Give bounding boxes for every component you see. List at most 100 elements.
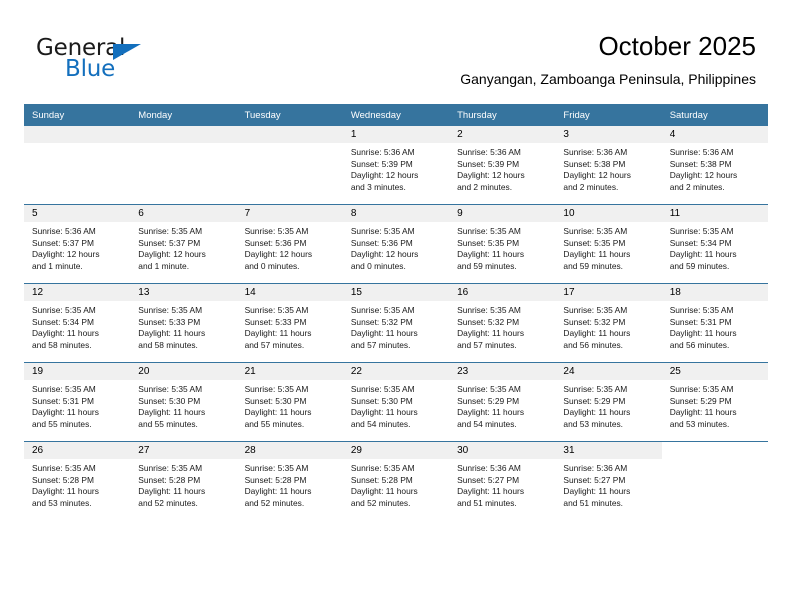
calendar-day-cell[interactable]: 16 Sunrise: 5:35 AM Sunset: 5:32 PM Dayligh… (449, 283, 556, 363)
sunset-text: Sunset: 5:37 PM (32, 237, 94, 248)
calendar-day-cell[interactable]: 18 Sunrise: 5:35 AM Sunset: 5:31 PM Dayligh… (661, 283, 768, 363)
day-details: Sunrise: 5:35 AM Sunset: 5:31 PM Daylight:… (662, 301, 768, 351)
daylight-text-line2: and 53 minutes. (563, 418, 624, 429)
calendar-day-cell[interactable]: 11 Sunrise: 5:35 AM Sunset: 5:34 PM Dayligh… (661, 204, 768, 284)
weekday-header-wednesday: Wednesday (342, 104, 450, 126)
day-number: 28 (236, 442, 343, 459)
sunset-text: Sunset: 5:30 PM (244, 395, 307, 406)
sunrise-text: Sunrise: 5:35 AM (32, 463, 96, 473)
day-details: Sunrise: 5:35 AM Sunset: 5:30 PM Daylight:… (130, 380, 236, 430)
daylight-text-line1: Daylight: 11 hours (563, 249, 631, 260)
calendar-day-cell[interactable]: 29 Sunrise: 5:35 AM Sunset: 5:28 PM Dayligh… (342, 441, 450, 520)
calendar-day-cell[interactable]: 30 Sunrise: 5:36 AM Sunset: 5:27 PM Dayligh… (449, 441, 556, 520)
calendar-day-cell[interactable]: 21 Sunrise: 5:35 AM Sunset: 5:30 PM Dayligh… (236, 362, 343, 442)
calendar-day-cell-empty (236, 126, 343, 205)
calendar-day-cell[interactable]: 25 Sunrise: 5:35 AM Sunset: 5:29 PM Dayligh… (661, 362, 768, 442)
calendar-week-row: 5 Sunrise: 5:36 AM Sunset: 5:37 PM Daylight… (24, 204, 768, 284)
daylight-text-line1: Daylight: 12 hours (669, 170, 738, 181)
daylight-text-line2: and 55 minutes. (32, 418, 92, 429)
day-details: Sunrise: 5:36 AM Sunset: 5:38 PM Daylight:… (662, 143, 768, 193)
sunrise-text: Sunrise: 5:35 AM (138, 384, 203, 394)
calendar-day-cell[interactable]: 3 Sunrise: 5:36 AM Sunset: 5:38 PM Daylight… (555, 126, 662, 205)
sunrise-text: Sunrise: 5:35 AM (669, 305, 734, 315)
daylight-text-line1: Daylight: 12 hours (563, 170, 631, 181)
calendar-day-cell[interactable]: 2 Sunrise: 5:36 AM Sunset: 5:39 PM Daylight… (449, 126, 556, 205)
sunrise-text: Sunrise: 5:35 AM (457, 384, 521, 394)
calendar-day-cell[interactable]: 15 Sunrise: 5:35 AM Sunset: 5:32 PM Dayligh… (342, 283, 450, 363)
calendar-header-row: Sunday Monday Tuesday Wednesday Thursday Frid… (24, 104, 768, 126)
sunset-text: Sunset: 5:39 PM (457, 158, 520, 169)
calendar-day-cell[interactable]: 20 Sunrise: 5:35 AM Sunset: 5:30 PM Dayligh… (130, 362, 237, 442)
calendar-day-cell[interactable]: 19 Sunrise: 5:35 AM Sunset: 5:31 PM Dayligh… (24, 362, 131, 442)
day-number: 31 (555, 442, 662, 459)
day-details: Sunrise: 5:35 AM Sunset: 5:31 PM Daylight:… (24, 380, 130, 430)
calendar-day-cell[interactable]: 22 Sunrise: 5:35 AM Sunset: 5:30 PM Dayligh… (342, 362, 450, 442)
day-number: 22 (342, 363, 450, 380)
calendar-day-cell[interactable]: 12 Sunrise: 5:35 AM Sunset: 5:34 PM Dayligh… (24, 283, 131, 363)
day-number (24, 126, 131, 143)
calendar-day-cell[interactable]: 1 Sunrise: 5:36 AM Sunset: 5:39 PM Daylight… (342, 126, 450, 205)
daylight-text-line2: and 3 minutes. (350, 181, 406, 192)
daylight-text-line1: Daylight: 11 hours (138, 328, 206, 339)
calendar-day-cell[interactable]: 13 Sunrise: 5:35 AM Sunset: 5:33 PM Dayligh… (130, 283, 237, 363)
sunset-text: Sunset: 5:28 PM (32, 474, 94, 485)
calendar-day-cell[interactable]: 7 Sunrise: 5:35 AM Sunset: 5:36 PM Daylight… (236, 204, 343, 284)
sunrise-text: Sunrise: 5:35 AM (350, 384, 415, 394)
calendar-day-cell[interactable]: 26 Sunrise: 5:35 AM Sunset: 5:28 PM Dayligh… (24, 441, 131, 520)
daylight-text-line2: and 58 minutes. (138, 339, 198, 350)
daylight-text-line1: Daylight: 12 hours (138, 249, 206, 260)
day-details: Sunrise: 5:35 AM Sunset: 5:28 PM Daylight:… (237, 459, 343, 509)
sunrise-text: Sunrise: 5:36 AM (32, 226, 96, 236)
calendar-day-cell[interactable]: 28 Sunrise: 5:35 AM Sunset: 5:28 PM Dayligh… (236, 441, 343, 520)
sunset-text: Sunset: 5:36 PM (350, 237, 413, 248)
daylight-text-line2: and 53 minutes. (669, 418, 730, 429)
daylight-text-line1: Daylight: 12 hours (350, 249, 419, 260)
day-details: Sunrise: 5:36 AM Sunset: 5:27 PM Daylight:… (449, 459, 555, 509)
day-details: Sunrise: 5:35 AM Sunset: 5:28 PM Daylight:… (24, 459, 130, 509)
general-blue-logo[interactable]: General Blue (36, 36, 216, 88)
day-details: Sunrise: 5:35 AM Sunset: 5:34 PM Daylight:… (24, 301, 130, 351)
daylight-text-line1: Daylight: 11 hours (32, 486, 99, 497)
sunrise-text: Sunrise: 5:35 AM (563, 384, 628, 394)
sunset-text: Sunset: 5:28 PM (350, 474, 413, 485)
calendar-day-cell[interactable]: 24 Sunrise: 5:35 AM Sunset: 5:29 PM Dayligh… (555, 362, 662, 442)
calendar-day-cell[interactable]: 8 Sunrise: 5:35 AM Sunset: 5:36 PM Daylight… (342, 204, 450, 284)
sunrise-text: Sunrise: 5:36 AM (563, 147, 628, 157)
calendar-day-cell[interactable]: 27 Sunrise: 5:35 AM Sunset: 5:28 PM Dayligh… (130, 441, 237, 520)
calendar-week-row: 19 Sunrise: 5:35 AM Sunset: 5:31 PM Dayligh… (24, 362, 768, 442)
daylight-text-line1: Daylight: 11 hours (563, 328, 631, 339)
sunrise-text: Sunrise: 5:35 AM (244, 305, 309, 315)
daylight-text-line2: and 54 minutes. (457, 418, 517, 429)
sunset-text: Sunset: 5:38 PM (669, 158, 732, 169)
calendar-day-cell[interactable]: 9 Sunrise: 5:35 AM Sunset: 5:35 PM Daylight… (449, 204, 556, 284)
sunrise-text: Sunrise: 5:35 AM (138, 226, 203, 236)
day-number: 25 (661, 363, 768, 380)
sunset-text: Sunset: 5:29 PM (563, 395, 626, 406)
daylight-text-line2: and 0 minutes. (244, 260, 300, 271)
daylight-text-line1: Daylight: 12 hours (457, 170, 525, 181)
calendar-day-cell[interactable]: 10 Sunrise: 5:35 AM Sunset: 5:35 PM Dayligh… (555, 204, 662, 284)
weekday-header-tuesday: Tuesday (236, 104, 343, 126)
calendar-day-cell[interactable]: 14 Sunrise: 5:35 AM Sunset: 5:33 PM Dayligh… (236, 283, 343, 363)
calendar-day-cell[interactable]: 4 Sunrise: 5:36 AM Sunset: 5:38 PM Daylight… (661, 126, 768, 205)
logo-text-blue: Blue (65, 56, 116, 82)
day-details: Sunrise: 5:36 AM Sunset: 5:27 PM Daylight:… (555, 459, 661, 509)
day-number: 20 (130, 363, 237, 380)
day-details: Sunrise: 5:35 AM Sunset: 5:32 PM Daylight:… (343, 301, 449, 351)
calendar-day-cell[interactable]: 17 Sunrise: 5:35 AM Sunset: 5:32 PM Dayligh… (555, 283, 662, 363)
calendar-day-cell[interactable]: 5 Sunrise: 5:36 AM Sunset: 5:37 PM Daylight… (24, 204, 131, 284)
sunset-text: Sunset: 5:35 PM (563, 237, 626, 248)
day-number: 1 (342, 126, 450, 143)
sunrise-text: Sunrise: 5:36 AM (457, 463, 521, 473)
day-number: 9 (449, 205, 556, 222)
sunset-text: Sunset: 5:27 PM (457, 474, 520, 485)
sunrise-text: Sunrise: 5:35 AM (669, 226, 734, 236)
calendar-day-cell[interactable]: 23 Sunrise: 5:35 AM Sunset: 5:29 PM Dayligh… (449, 362, 556, 442)
daylight-text-line1: Daylight: 11 hours (138, 407, 206, 418)
logo-triangle-icon (113, 44, 141, 60)
daylight-text-line2: and 1 minute. (138, 260, 190, 271)
calendar-day-cell[interactable]: 31 Sunrise: 5:36 AM Sunset: 5:27 PM Dayligh… (555, 441, 662, 520)
calendar-day-cell[interactable]: 6 Sunrise: 5:35 AM Sunset: 5:37 PM Daylight… (130, 204, 237, 284)
weekday-header-monday: Monday (130, 104, 237, 126)
calendar-day-cell-empty (130, 126, 237, 205)
